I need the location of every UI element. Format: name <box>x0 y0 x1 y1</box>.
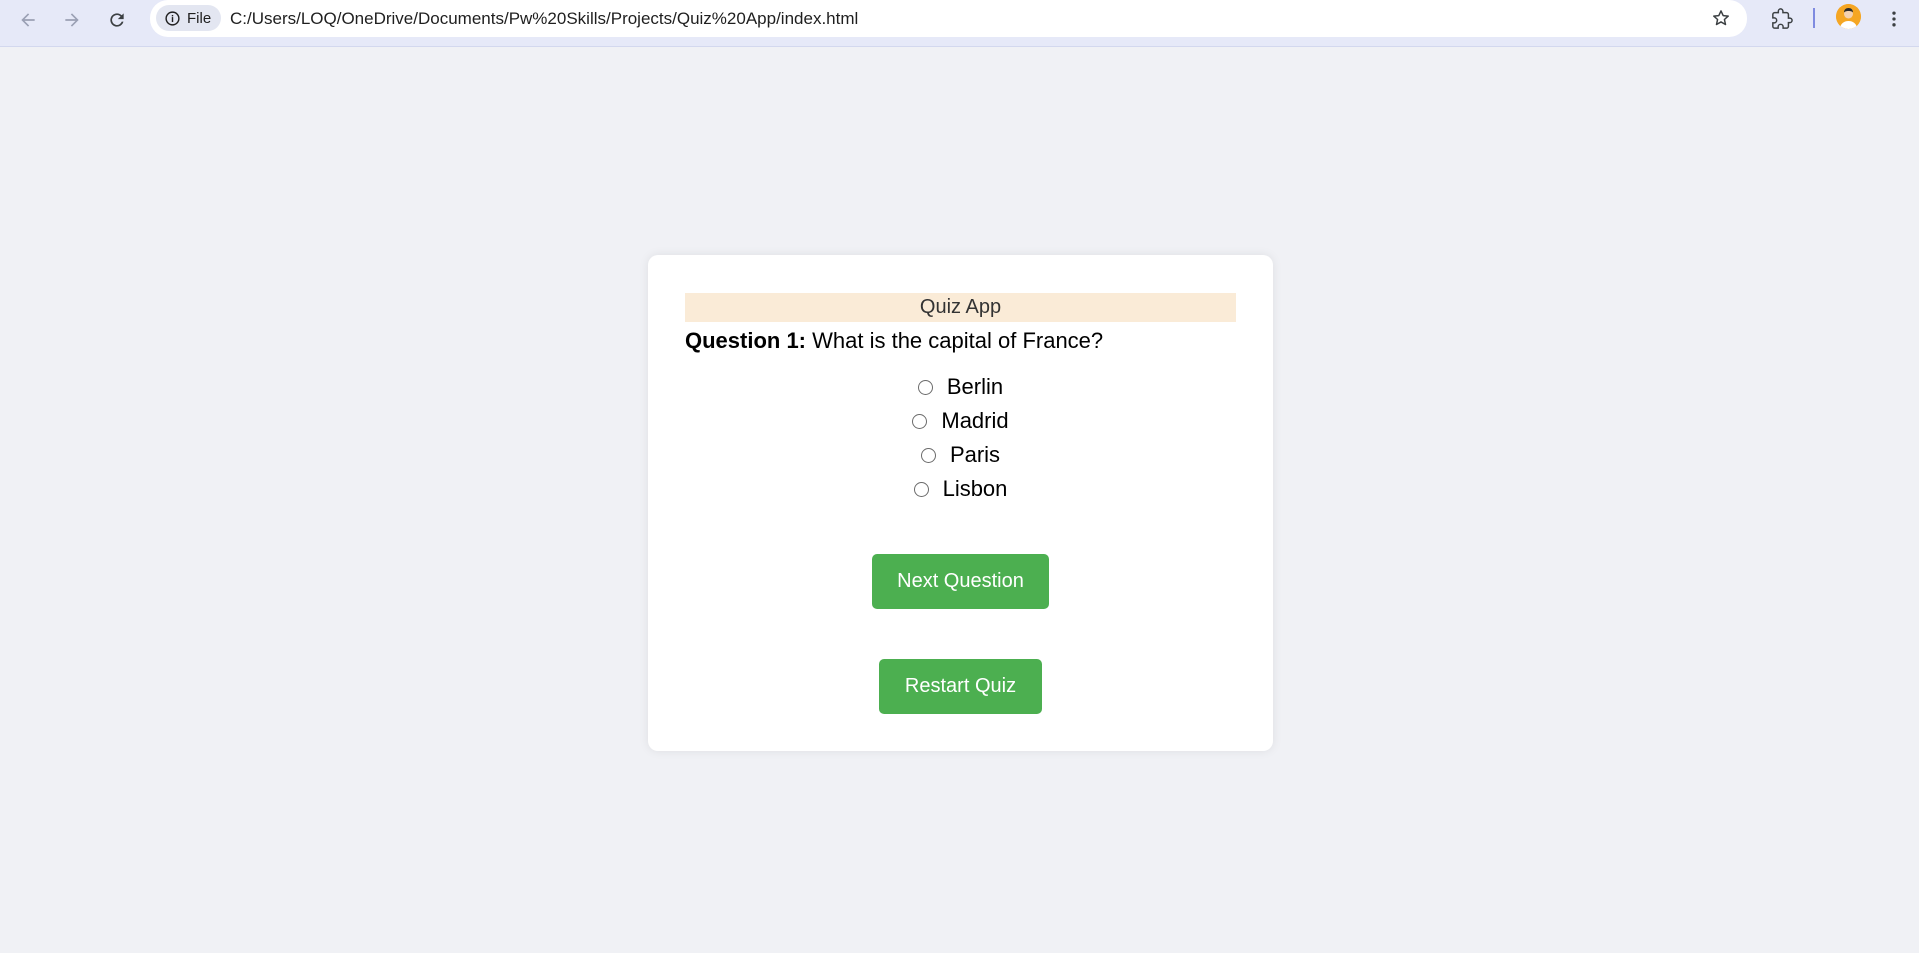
avatar[interactable] <box>1836 4 1861 29</box>
arrow-right-icon <box>65 13 79 27</box>
quiz-title: Quiz App <box>685 293 1236 322</box>
reload-icon <box>110 13 124 27</box>
toolbar-divider <box>1813 8 1815 28</box>
question-number: Question 1: <box>685 328 807 353</box>
radio-button[interactable] <box>920 447 936 463</box>
site-info-chip[interactable]: File <box>156 5 222 31</box>
profile-avatar-icon <box>1836 4 1861 29</box>
forward-button[interactable] <box>57 5 87 35</box>
option-berlin[interactable]: Berlin <box>648 370 1273 404</box>
site-chip-label: File <box>187 9 212 27</box>
radio-button[interactable] <box>917 379 933 395</box>
extensions-button[interactable] <box>1768 5 1796 33</box>
option-label: Lisbon <box>942 476 1008 501</box>
answer-options: Berlin Madrid Paris Lisbon <box>648 370 1273 506</box>
back-button[interactable] <box>13 5 43 35</box>
option-label: Paris <box>949 442 1001 467</box>
radio-button[interactable] <box>912 413 928 429</box>
quiz-container: Quiz App Question 1: What is the capital… <box>648 255 1273 751</box>
radio-button[interactable] <box>913 481 929 497</box>
reload-button[interactable] <box>102 5 132 35</box>
option-label: Madrid <box>941 408 1009 433</box>
option-lisbon[interactable]: Lisbon <box>648 472 1273 506</box>
info-icon <box>165 10 180 26</box>
option-label: Berlin <box>946 374 1004 399</box>
address-bar[interactable]: File C:/Users/LOQ/OneDrive/Documents/Pw%… <box>150 0 1747 37</box>
question: Question 1: What is the capital of Franc… <box>685 325 1236 357</box>
puzzle-icon <box>1772 8 1793 29</box>
star-icon <box>1713 10 1729 26</box>
restart-quiz-button[interactable]: Restart Quiz <box>879 659 1042 714</box>
browser-toolbar: File C:/Users/LOQ/OneDrive/Documents/Pw%… <box>0 0 1919 47</box>
next-question-button[interactable]: Next Question <box>872 554 1049 609</box>
browser-menu-button[interactable] <box>1882 5 1906 33</box>
option-paris[interactable]: Paris <box>648 438 1273 472</box>
url-text[interactable]: C:/Users/LOQ/OneDrive/Documents/Pw%20Ski… <box>230 0 858 37</box>
bookmark-button[interactable] <box>1709 6 1733 30</box>
arrow-left-icon <box>21 13 35 27</box>
question-text: What is the capital of France? <box>806 328 1104 353</box>
option-madrid[interactable]: Madrid <box>648 404 1273 438</box>
kebab-menu-icon <box>1892 11 1896 27</box>
